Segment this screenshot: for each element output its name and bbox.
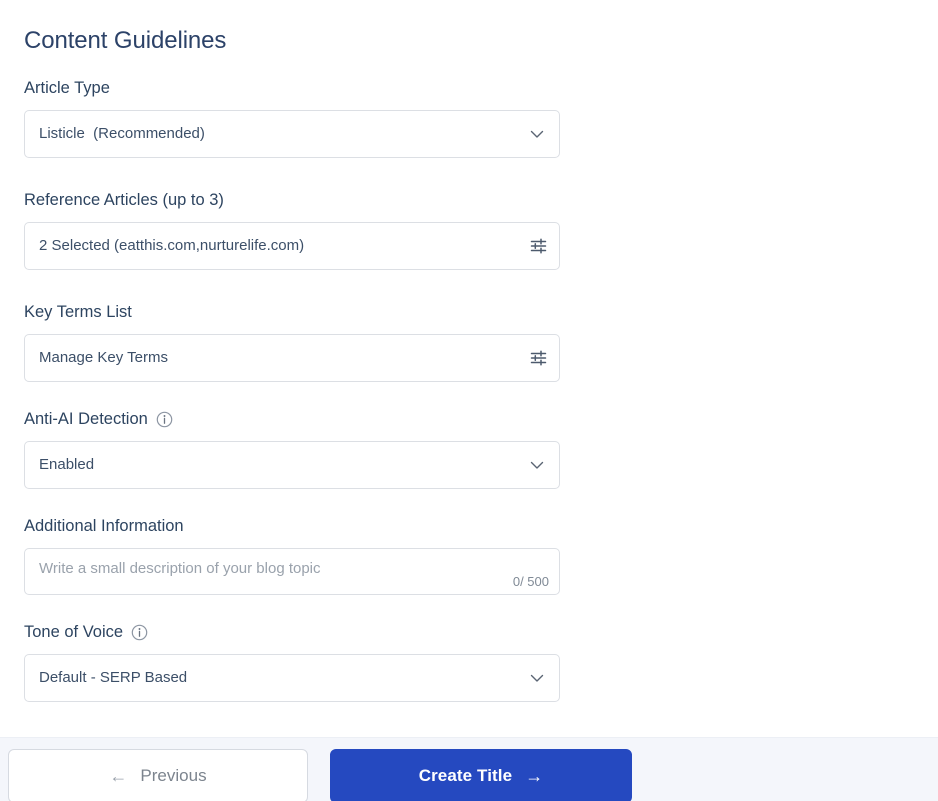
tone-of-voice-label-text: Tone of Voice bbox=[24, 623, 124, 641]
content-guidelines-form: Content Guidelines Article Type Listicle… bbox=[0, 0, 938, 737]
article-type-value: Listicle (Recommended) bbox=[39, 125, 205, 142]
content-guidelines-scroll-area[interactable]: Content Guidelines Article Type Listicle… bbox=[0, 0, 938, 737]
tune-icon[interactable] bbox=[530, 238, 547, 255]
reference-articles-label-text: Reference Articles (up to 3) bbox=[24, 191, 224, 209]
additional-information-placeholder: Write a small description of your blog t… bbox=[39, 560, 321, 577]
chevron-down-icon bbox=[527, 124, 547, 144]
tone-of-voice-select[interactable]: Default - SERP Based bbox=[24, 654, 560, 702]
field-additional-information: Additional Information Write a small des… bbox=[24, 515, 914, 595]
reference-articles-value: 2 Selected (eatthis.com,nurturelife.com) bbox=[39, 237, 305, 254]
arrow-left-icon: ← bbox=[109, 766, 128, 786]
previous-button[interactable]: ← Previous bbox=[8, 749, 308, 801]
field-tone-of-voice: Tone of Voice Default - SERP Based bbox=[24, 621, 914, 702]
key-terms-label: Key Terms List bbox=[24, 301, 914, 323]
field-key-terms-list: Key Terms List Manage Key Terms bbox=[24, 301, 914, 382]
anti-ai-detection-value: Enabled bbox=[39, 456, 95, 473]
article-type-label-text: Article Type bbox=[24, 79, 110, 97]
anti-ai-detection-select[interactable]: Enabled bbox=[24, 441, 560, 489]
chevron-down-icon bbox=[527, 455, 547, 475]
tone-of-voice-label: Tone of Voice bbox=[24, 621, 914, 643]
previous-button-label: Previous bbox=[140, 766, 207, 785]
character-counter: 0/ 500 bbox=[512, 574, 549, 589]
anti-ai-detection-label-text: Anti-AI Detection bbox=[24, 410, 148, 428]
tone-of-voice-value: Default - SERP Based bbox=[39, 669, 188, 686]
field-article-type: Article Type Listicle (Recommended) bbox=[24, 77, 914, 158]
key-terms-label-text: Key Terms List bbox=[24, 303, 132, 321]
reference-articles-input[interactable]: 2 Selected (eatthis.com,nurturelife.com) bbox=[24, 222, 560, 270]
additional-information-textarea[interactable]: Write a small description of your blog t… bbox=[24, 548, 560, 595]
arrow-right-icon: → bbox=[525, 766, 544, 786]
chevron-down-icon bbox=[527, 668, 547, 688]
reference-articles-label: Reference Articles (up to 3) bbox=[24, 189, 914, 211]
field-anti-ai-detection: Anti-AI Detection Enabled bbox=[24, 408, 914, 489]
field-reference-articles: Reference Articles (up to 3) 2 Selected … bbox=[24, 189, 914, 270]
article-type-select[interactable]: Listicle (Recommended) bbox=[24, 110, 560, 158]
key-terms-value: Manage Key Terms bbox=[39, 349, 168, 366]
page-title: Content Guidelines bbox=[24, 27, 227, 54]
info-icon[interactable] bbox=[156, 411, 173, 428]
additional-information-label: Additional Information bbox=[24, 515, 914, 537]
form-footer-bar: ← Previous Create Title → bbox=[0, 737, 938, 801]
key-terms-input[interactable]: Manage Key Terms bbox=[24, 334, 560, 382]
article-type-label: Article Type bbox=[24, 77, 914, 99]
additional-information-label-text: Additional Information bbox=[24, 517, 184, 535]
info-icon[interactable] bbox=[131, 624, 148, 641]
anti-ai-detection-label: Anti-AI Detection bbox=[24, 408, 914, 430]
tune-icon[interactable] bbox=[530, 350, 547, 367]
create-title-button-label: Create Title bbox=[418, 766, 513, 785]
create-title-button[interactable]: Create Title → bbox=[330, 749, 632, 801]
